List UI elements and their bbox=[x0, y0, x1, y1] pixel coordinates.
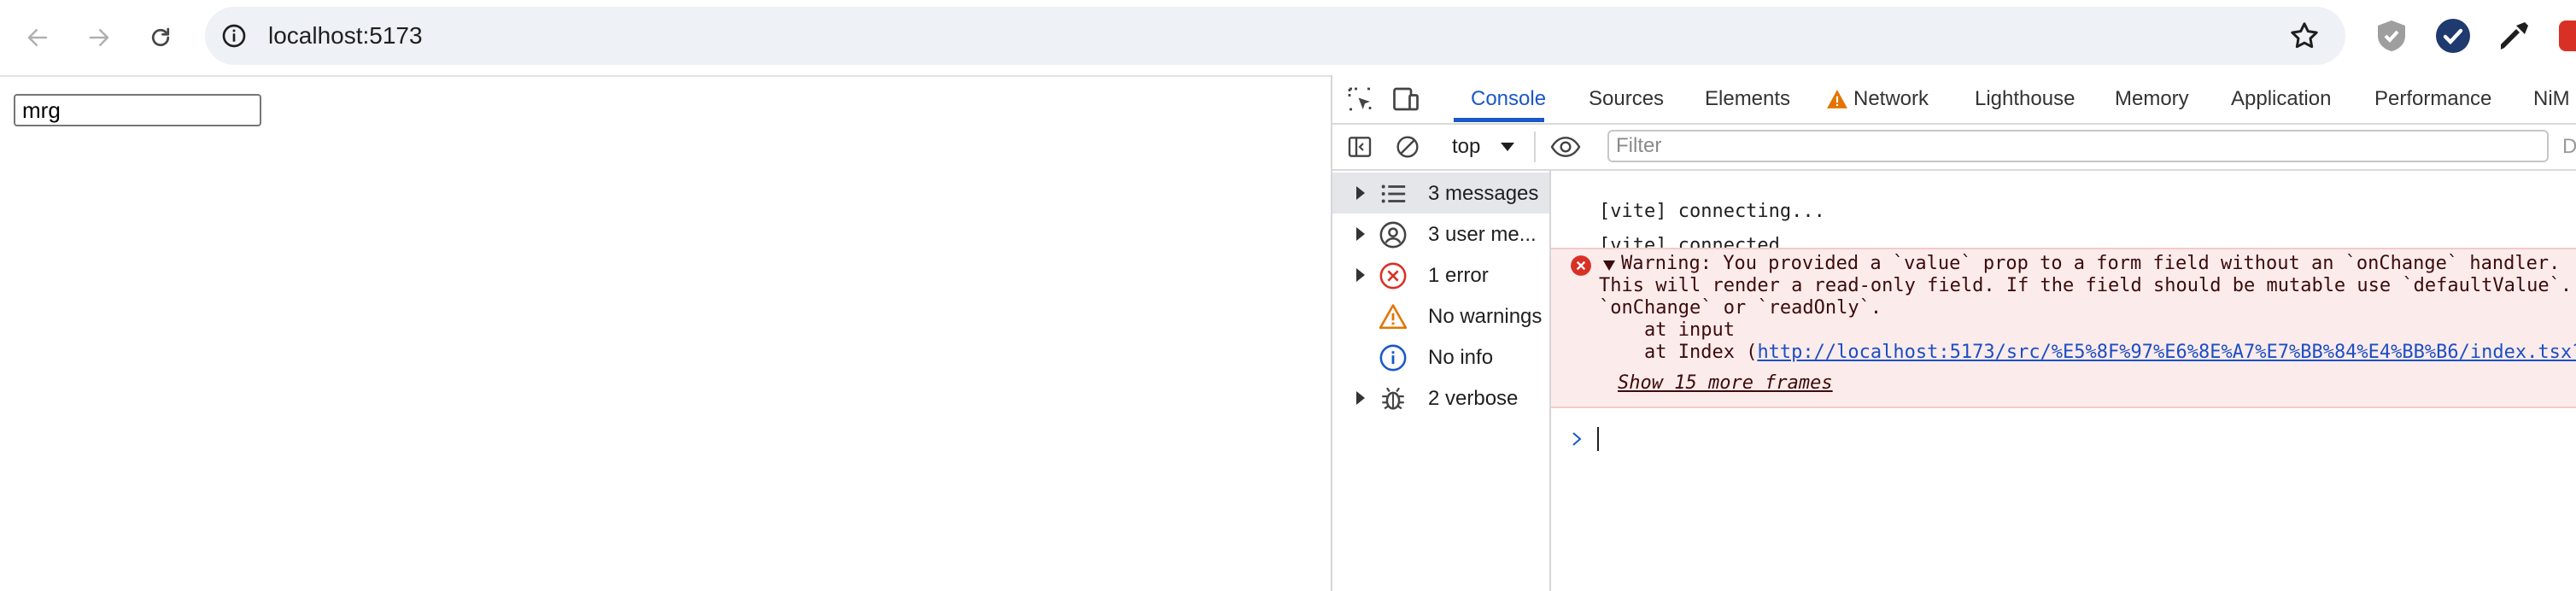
console-sidebar: 3 messages 3 user me... 1 error No warni… bbox=[1332, 171, 1551, 591]
error-icon bbox=[1379, 262, 1407, 290]
extension-icon[interactable] bbox=[2556, 15, 2576, 56]
url-text[interactable]: localhost:5173 bbox=[268, 22, 423, 50]
tab-application[interactable]: Application bbox=[2231, 87, 2331, 111]
arrow-right-icon bbox=[89, 29, 109, 46]
sidebar-toggle-icon[interactable] bbox=[1346, 133, 1373, 161]
console-prompt-chevron-icon bbox=[1572, 432, 1582, 446]
tab-nim[interactable]: NiM bbox=[2533, 87, 2570, 111]
sidebar-item-user-messages[interactable]: 3 user me... bbox=[1332, 214, 1549, 255]
expand-arrow-icon[interactable] bbox=[1355, 389, 1367, 407]
default-levels-dropdown[interactable]: D bbox=[2562, 135, 2576, 159]
console-error-message: Warning: You provided a `value` prop to … bbox=[1551, 248, 2576, 408]
check-extension-icon[interactable] bbox=[2433, 15, 2474, 56]
console-toolbar: top D bbox=[1332, 125, 2576, 171]
dropdown-arrow-icon[interactable] bbox=[1500, 142, 1515, 152]
shield-extension-icon[interactable] bbox=[2371, 15, 2412, 56]
tab-network[interactable]: Network bbox=[1853, 87, 1929, 111]
expand-arrow-icon[interactable] bbox=[1355, 266, 1367, 284]
back-button[interactable] bbox=[19, 19, 56, 56]
bookmark-star-icon[interactable] bbox=[2287, 19, 2321, 53]
filter-input[interactable] bbox=[1607, 130, 2549, 162]
show-more-frames-link[interactable]: Show 15 more frames bbox=[1618, 372, 1833, 394]
sidebar-item-verbose[interactable]: 2 verbose bbox=[1332, 377, 1549, 418]
sidebar-item-info[interactable]: No info bbox=[1332, 336, 1549, 377]
reload-button[interactable] bbox=[142, 19, 179, 56]
address-bar[interactable]: localhost:5173 bbox=[205, 7, 2345, 65]
sidebar-item-warnings[interactable]: No warnings bbox=[1332, 296, 1549, 336]
info-icon bbox=[1379, 344, 1407, 372]
text-input[interactable] bbox=[14, 94, 261, 126]
toolbar-divider bbox=[1534, 132, 1536, 162]
arrow-left-icon bbox=[27, 29, 48, 46]
expand-arrow-icon[interactable] bbox=[1355, 225, 1367, 243]
sidebar-item-errors[interactable]: 1 error bbox=[1332, 255, 1549, 296]
inspect-element-icon[interactable] bbox=[1344, 84, 1375, 114]
tab-sources[interactable]: Sources bbox=[1589, 87, 1664, 111]
collapse-arrow-icon[interactable] bbox=[1602, 260, 1616, 272]
console-input-caret[interactable] bbox=[1597, 427, 1599, 451]
user-icon bbox=[1379, 221, 1407, 249]
sidebar-item-label: 2 verbose bbox=[1428, 387, 1519, 410]
list-icon bbox=[1381, 184, 1406, 203]
browser-toolbar: localhost:5173 bbox=[0, 0, 2576, 77]
clear-console-icon[interactable] bbox=[1394, 133, 1421, 161]
bug-icon bbox=[1382, 387, 1404, 410]
console-message: [vite] connected. bbox=[1551, 214, 2576, 256]
tab-performance[interactable]: Performance bbox=[2374, 87, 2491, 111]
error-text-line: This will render a read-only field. If t… bbox=[1599, 275, 2573, 296]
sidebar-item-label: 3 user me... bbox=[1428, 223, 1537, 246]
source-link[interactable]: http://localhost:5173/src/%E5%8F%97%E6%8… bbox=[1757, 342, 2576, 363]
error-text-line: Warning: You provided a `value` prop to … bbox=[1621, 253, 2561, 274]
error-stack-line: at input bbox=[1599, 319, 1735, 341]
reload-icon bbox=[151, 27, 170, 47]
devtools-tab-bar: Console Sources Elements Network Lightho… bbox=[1332, 75, 2576, 125]
devtools-panel: Console Sources Elements Network Lightho… bbox=[1331, 75, 2576, 591]
sidebar-item-label: No warnings bbox=[1428, 305, 1543, 328]
console-message: [vite] connecting... bbox=[1551, 179, 2576, 222]
sidebar-item-label: 3 messages bbox=[1428, 182, 1539, 205]
device-toolbar-icon[interactable] bbox=[1390, 84, 1421, 114]
tab-lighthouse[interactable]: Lighthouse bbox=[1975, 87, 2075, 111]
error-stack-line: at Index (http://localhost:5173/src/%E5%… bbox=[1599, 342, 2576, 363]
sidebar-item-label: No info bbox=[1428, 346, 1494, 369]
error-icon bbox=[1571, 255, 1591, 276]
site-info-icon[interactable] bbox=[220, 22, 248, 50]
forward-button[interactable] bbox=[80, 19, 118, 56]
stack-prefix: at Index ( bbox=[1599, 342, 1758, 363]
tab-console[interactable]: Console bbox=[1471, 87, 1546, 111]
error-text-line: `onChange` or `readOnly`. bbox=[1599, 297, 1882, 319]
sidebar-item-messages[interactable]: 3 messages bbox=[1332, 173, 1549, 214]
warning-icon bbox=[1379, 304, 1408, 330]
expand-arrow-icon[interactable] bbox=[1355, 184, 1367, 202]
live-expression-eye-icon[interactable] bbox=[1549, 133, 1582, 161]
active-tab-indicator bbox=[1454, 118, 1544, 122]
sidebar-item-label: 1 error bbox=[1428, 264, 1489, 287]
tab-memory[interactable]: Memory bbox=[2115, 87, 2189, 111]
console-output: [vite] connecting... [vite] connected. W… bbox=[1551, 171, 2576, 591]
eyedropper-extension-icon[interactable] bbox=[2494, 15, 2535, 56]
tab-elements[interactable]: Elements bbox=[1705, 87, 1790, 111]
context-select[interactable]: top bbox=[1452, 135, 1480, 159]
network-warning-icon bbox=[1827, 90, 1847, 108]
